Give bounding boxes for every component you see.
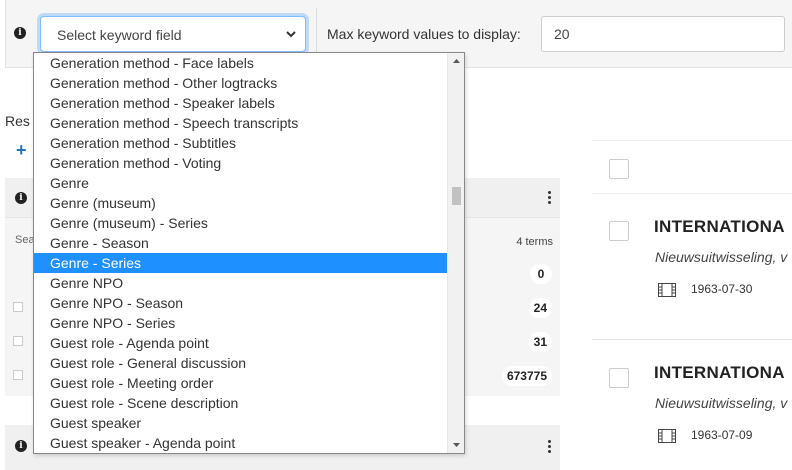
dropdown-option[interactable]: Genre - Season [34, 233, 447, 253]
dropdown-option[interactable]: Guest role - Meeting order [34, 373, 447, 393]
chevron-down-icon [286, 31, 296, 38]
info-icon[interactable]: i [15, 192, 27, 204]
dropdown-option[interactable]: Genre - Series [34, 253, 447, 273]
keyword-field-select-value: Select keyword field [57, 27, 182, 43]
scroll-up-icon[interactable] [448, 53, 465, 70]
dropdown-option[interactable]: Guest role - Scene description [34, 393, 447, 413]
info-icon[interactable]: i [15, 440, 27, 452]
dropdown-option[interactable]: Generation method - Subtitles [34, 133, 447, 153]
film-icon [658, 429, 676, 443]
dropdown-option[interactable]: Guest role - Agenda point [34, 333, 447, 353]
dropdown-option[interactable]: Generation method - Speech transcripts [34, 113, 447, 133]
result-title[interactable]: INTERNATIONA [654, 217, 785, 237]
dropdown-option[interactable]: Genre NPO - Series [34, 313, 447, 333]
dropdown-scrollbar[interactable] [447, 53, 464, 453]
max-values-label: Max keyword values to display: [327, 26, 521, 42]
keyword-field-select[interactable]: Select keyword field [40, 16, 306, 52]
keyword-field-dropdown[interactable]: Generation method - Face labels Generatio… [33, 52, 465, 454]
more-options-icon[interactable] [548, 191, 552, 205]
dropdown-option[interactable]: Guest role - General discussion [34, 353, 447, 373]
results-header [592, 140, 792, 194]
dropdown-option[interactable]: Generation method - Speaker labels [34, 93, 447, 113]
dropdown-options: Generation method - Face labels Generatio… [34, 53, 447, 453]
result-date: 1963-07-09 [691, 428, 753, 442]
count-badge: 24 [528, 298, 552, 318]
count-badge: 673775 [501, 366, 552, 386]
dropdown-option[interactable]: Guest speaker - Agenda point [34, 433, 447, 453]
dropdown-option[interactable]: Genre (museum) [34, 193, 447, 213]
result-date: 1963-07-30 [691, 282, 753, 296]
count-badge: 31 [528, 332, 552, 352]
dropdown-option[interactable]: Genre NPO [34, 273, 447, 293]
dropdown-option[interactable]: Guest speaker [34, 413, 447, 433]
dropdown-option[interactable]: Generation method - Other logtracks [34, 73, 447, 93]
dropdown-option[interactable]: Genre (museum) - Series [34, 213, 447, 233]
result-checkbox[interactable] [609, 221, 629, 241]
result-divider [592, 339, 792, 340]
facet-checkbox[interactable] [13, 302, 23, 312]
result-title[interactable]: INTERNATIONA [654, 363, 785, 383]
info-icon[interactable]: i [14, 27, 26, 39]
count-badge: 0 [530, 264, 552, 284]
more-options-icon[interactable] [548, 440, 552, 454]
scroll-thumb[interactable] [452, 187, 461, 205]
add-icon[interactable]: + [16, 141, 27, 159]
dropdown-option[interactable]: Generation method - Face labels [34, 53, 447, 73]
max-values-input[interactable] [541, 16, 785, 52]
film-icon [658, 283, 676, 297]
results-label: Res [5, 113, 30, 129]
result-subtitle: Nieuwsuitwisseling, v [655, 395, 788, 411]
facet-checkbox[interactable] [13, 370, 23, 380]
dropdown-option[interactable]: Generation method - Voting [34, 153, 447, 173]
select-all-checkbox[interactable] [609, 159, 629, 179]
dropdown-option[interactable]: Genre NPO - Season [34, 293, 447, 313]
result-checkbox[interactable] [609, 368, 629, 388]
facet-checkbox[interactable] [13, 336, 23, 346]
dropdown-option[interactable]: Genre [34, 173, 447, 193]
result-subtitle: Nieuwsuitwisseling, v [655, 249, 788, 265]
facet-search-input[interactable]: Sea [15, 234, 35, 246]
terms-count: 4 terms [516, 236, 553, 248]
scroll-down-icon[interactable] [448, 436, 465, 453]
